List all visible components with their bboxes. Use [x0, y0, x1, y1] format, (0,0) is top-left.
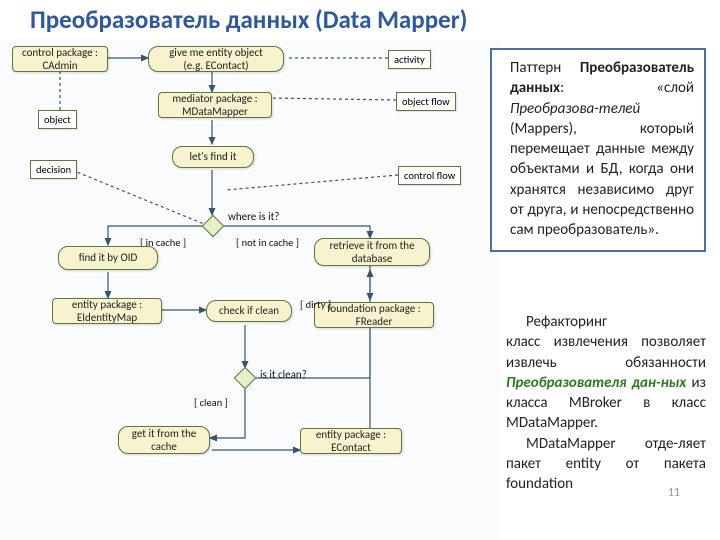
guard-dirty: [ dirty ] — [300, 298, 331, 311]
info-p1-e: (Mappers), который перемещает данные меж… — [510, 120, 694, 239]
info-p1-d: Преобразова-телей — [510, 100, 640, 118]
info-p1-c: : «слой — [560, 79, 694, 97]
note-object-flow: object flow — [396, 92, 456, 111]
note-decision: decision — [30, 160, 77, 179]
p2-b: класс извлечения — [506, 333, 628, 351]
info-p1-a: Паттерн — [510, 59, 580, 77]
guard-clean: [ clean ] — [194, 396, 228, 409]
decision-clean — [234, 367, 257, 390]
p2-d: Преобразователя дан-ных — [506, 374, 686, 392]
label-where-is-it: where is it? — [228, 210, 279, 223]
node-give-entity: give me entity object(e.g. EContact) — [148, 46, 284, 72]
node-lets-find: let's find it — [172, 146, 254, 168]
node-entity-identity-map: entity package :EIdentityMap — [52, 298, 162, 324]
decision-where — [202, 215, 225, 238]
node-find-by-oid: find it by OID — [58, 246, 158, 270]
guard-not-in-cache: [ not in cache ] — [236, 236, 299, 249]
node-foundation-package: foundation package :FReader — [314, 302, 434, 328]
note-control-flow: control flow — [398, 166, 461, 185]
activity-diagram: control package :CAdmin give me entity o… — [0, 40, 500, 540]
page-title: Преобразователь данных (Data Mapper) — [30, 4, 467, 35]
node-entity-econtact: entity package :EContact — [300, 428, 402, 454]
p2-a: Рефакторинг — [526, 313, 607, 331]
pattern-description-box: Паттерн Преобразователь данных: «слой Пр… — [490, 48, 706, 252]
refactoring-description: Рефакторинг класс извлечения позволяет и… — [506, 312, 706, 494]
node-mediator-package: mediator package :MDataMapper — [158, 92, 272, 118]
note-object: object — [38, 110, 77, 129]
page-number: 11 — [668, 486, 680, 500]
node-control-package: control package :CAdmin — [12, 46, 108, 72]
note-activity: activity — [388, 50, 431, 69]
label-is-clean: is it clean? — [260, 368, 307, 381]
node-get-from-cache: get it from thecache — [118, 426, 210, 454]
node-check-clean: check if clean — [206, 300, 292, 322]
node-retrieve-db: retrieve it from thedatabase — [314, 238, 430, 266]
